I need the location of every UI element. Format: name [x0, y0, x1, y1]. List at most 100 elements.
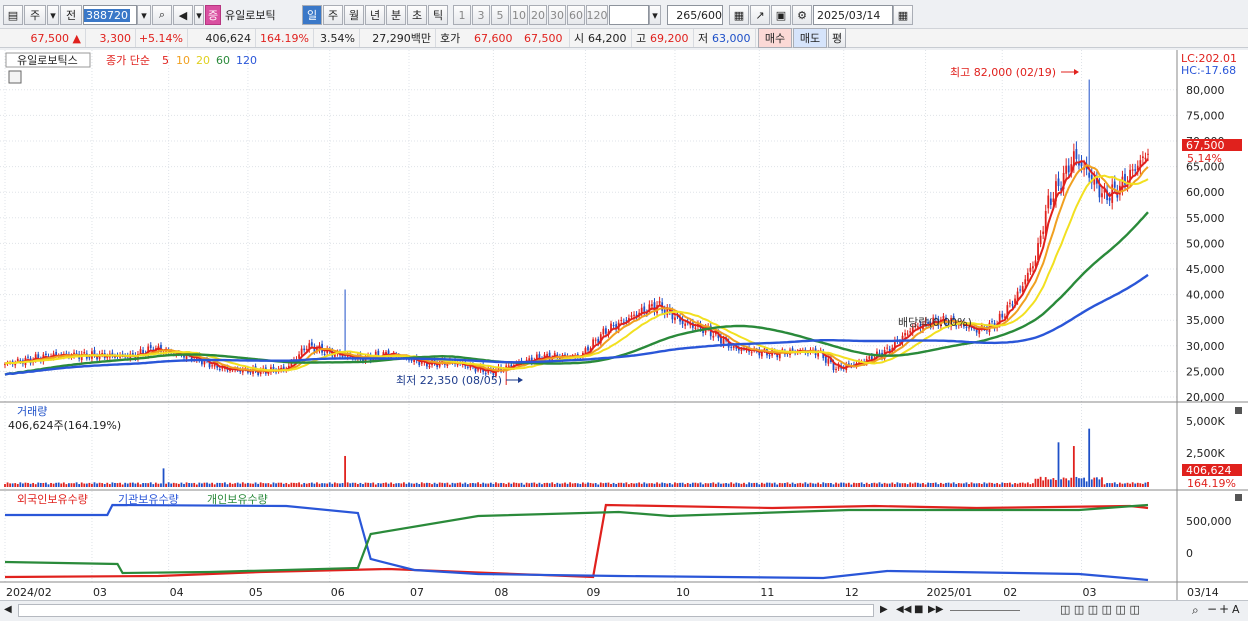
volume-bar	[507, 482, 510, 487]
calendar-icon[interactable]: ▦	[893, 5, 913, 25]
candle-body	[730, 346, 733, 348]
volume-bar	[602, 483, 605, 487]
zoom-out-icon[interactable]: −	[1207, 602, 1217, 616]
interval-1[interactable]: 1	[453, 5, 471, 25]
holdings-close-icon[interactable]	[1235, 494, 1242, 501]
search-icon[interactable]: ⌕	[152, 5, 172, 25]
volume-bar	[1134, 483, 1137, 487]
buy-button[interactable]: 매수	[758, 28, 792, 48]
rewind-icon[interactable]: ◀◀	[896, 604, 911, 615]
volume-bar	[615, 484, 618, 487]
period-year[interactable]: 년	[365, 5, 385, 25]
candle-body	[1009, 302, 1011, 304]
interval-dropdown-icon[interactable]: ▾	[649, 5, 661, 25]
month-label: 09	[586, 586, 600, 599]
settings-icon[interactable]: ⚙	[792, 5, 812, 25]
volume-bar	[37, 482, 40, 487]
volume-bar	[599, 482, 602, 487]
volume-bar	[822, 482, 825, 487]
period-minute[interactable]: 분	[386, 5, 406, 25]
candle-body	[906, 333, 909, 335]
scroll-left-icon[interactable]: ◀	[4, 604, 12, 615]
candle-body	[643, 306, 646, 312]
date-input[interactable]: 2025/03/14	[813, 5, 893, 25]
menu-icon[interactable]: ▤	[3, 5, 23, 25]
volume-bar	[339, 483, 341, 487]
code-dropdown-icon[interactable]: ▾	[137, 5, 151, 25]
interval-120[interactable]: 120	[586, 5, 608, 25]
save-icon[interactable]: ▣	[771, 5, 791, 25]
interval-5[interactable]: 5	[491, 5, 509, 25]
candle-body	[602, 328, 605, 335]
zoom-slider[interactable]	[950, 610, 1020, 611]
volume-bar	[390, 482, 393, 487]
bar-count-input[interactable]: 265	[676, 9, 697, 22]
candle-body	[768, 355, 771, 357]
holdings-line-2	[4, 503, 1149, 575]
volume-bar	[216, 482, 219, 487]
interval-3[interactable]: 3	[472, 5, 490, 25]
zoom-search-icon[interactable]: ⌕	[1192, 603, 1199, 618]
volume-bar	[1095, 477, 1098, 487]
volume-bar	[998, 484, 1001, 487]
toolbox-icons[interactable]: ◫ ◫ ◫ ◫ ◫ ◫	[1060, 603, 1140, 616]
volume-bar	[893, 484, 896, 487]
scroll-track[interactable]	[18, 604, 874, 617]
volume-bar	[1108, 483, 1111, 487]
volume-bar	[93, 482, 96, 487]
candle-body	[428, 365, 431, 368]
volume-bar	[275, 483, 277, 487]
volume-bar	[500, 482, 502, 487]
price-tick-label: 50,000	[1186, 237, 1225, 250]
period-week[interactable]: 주	[323, 5, 343, 25]
high-annotation: 최고 82,000 (02/19)	[950, 66, 1056, 79]
market-dropdown-icon[interactable]: ▾	[47, 5, 59, 25]
scroll-bar[interactable]: ◀ ▶ ◀◀ ■ ▶▶ ◫ ◫ ◫ ◫ ◫ ◫ ⌕ − + A	[0, 600, 1248, 621]
volume-bar	[922, 482, 924, 487]
period-day[interactable]: 일	[302, 5, 322, 25]
zoom-in-icon[interactable]: +	[1219, 602, 1229, 616]
volume-bar	[22, 483, 24, 487]
volume-bar	[666, 483, 669, 487]
period-second[interactable]: 초	[407, 5, 427, 25]
interval-10[interactable]: 10	[510, 5, 528, 25]
speaker-dropdown-icon[interactable]: ▾	[194, 5, 204, 25]
scroll-right-icon[interactable]: ▶	[880, 604, 888, 615]
volume-bar	[441, 482, 444, 487]
volume-bar	[766, 482, 768, 487]
speaker-icon[interactable]: ◀	[173, 5, 193, 25]
volume-bar	[993, 483, 996, 487]
volume-close-icon[interactable]	[1235, 407, 1242, 414]
table-icon[interactable]	[8, 70, 22, 84]
candle-body	[83, 352, 86, 354]
volume-bar	[183, 483, 185, 487]
volume-bar	[1141, 483, 1144, 487]
indicator-icon[interactable]: ↗	[750, 5, 770, 25]
volume-ratio: 164.19%	[256, 29, 314, 47]
volume-bar	[461, 483, 464, 487]
volume-bar	[911, 483, 914, 487]
candle-body	[594, 339, 597, 341]
volume-bar	[1026, 482, 1029, 487]
period-month[interactable]: 월	[344, 5, 364, 25]
interval-30[interactable]: 30	[548, 5, 566, 25]
chart-area[interactable]: 80,00075,00070,00065,00060,00055,00050,0…	[0, 50, 1248, 600]
text-size-icon[interactable]: A	[1232, 603, 1240, 616]
market-button[interactable]: 주	[24, 5, 46, 25]
volume-bar	[482, 482, 485, 487]
forward-icon[interactable]: ▶▶	[928, 604, 943, 615]
interval-60[interactable]: 60	[567, 5, 585, 25]
period-tick[interactable]: 틱	[428, 5, 448, 25]
stock-code-input[interactable]: 388720	[84, 8, 130, 22]
sell-button[interactable]: 매도	[793, 28, 827, 48]
prev-button[interactable]: 전	[60, 5, 82, 25]
chart-type-icon[interactable]: ▦	[729, 5, 749, 25]
candle-body	[16, 358, 19, 362]
stop-icon[interactable]: ■	[914, 604, 923, 615]
volume-bar	[955, 483, 958, 487]
ask-label: 호가	[440, 32, 461, 45]
volume-bar	[73, 483, 75, 487]
avg-button[interactable]: 평	[828, 28, 846, 48]
interval-20[interactable]: 20	[529, 5, 547, 25]
custom-interval-input[interactable]	[609, 5, 649, 25]
